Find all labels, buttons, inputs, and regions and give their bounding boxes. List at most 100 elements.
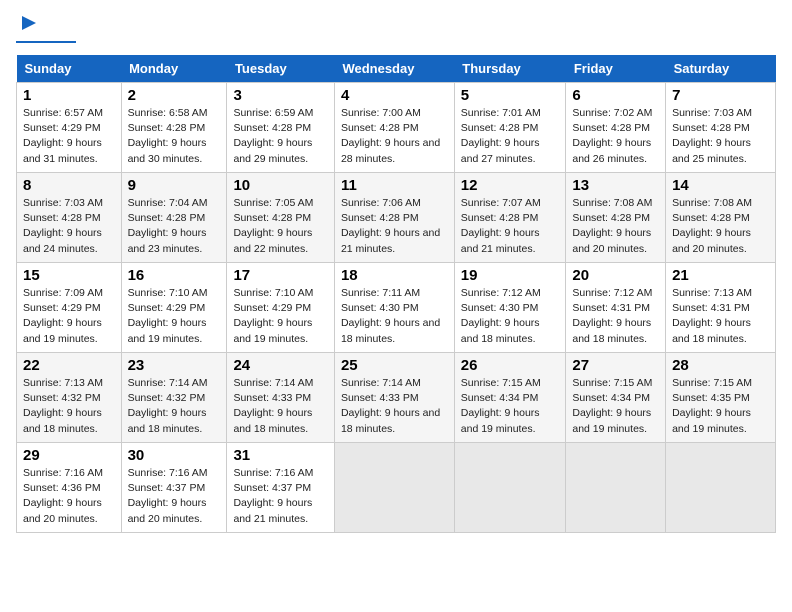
logo-line bbox=[16, 41, 76, 43]
calendar-table: SundayMondayTuesdayWednesdayThursdayFrid… bbox=[16, 55, 776, 533]
day-cell: 8 Sunrise: 7:03 AMSunset: 4:28 PMDaylight… bbox=[17, 173, 122, 263]
header-thursday: Thursday bbox=[454, 55, 566, 83]
day-cell: 4 Sunrise: 7:00 AMSunset: 4:28 PMDaylight… bbox=[334, 83, 454, 173]
day-number: 15 bbox=[23, 267, 115, 284]
day-info: Sunrise: 7:14 AMSunset: 4:33 PMDaylight:… bbox=[341, 376, 448, 437]
day-info: Sunrise: 7:04 AMSunset: 4:28 PMDaylight:… bbox=[128, 196, 221, 257]
day-info: Sunrise: 7:10 AMSunset: 4:29 PMDaylight:… bbox=[128, 286, 221, 347]
day-cell: 23 Sunrise: 7:14 AMSunset: 4:32 PMDayligh… bbox=[121, 353, 227, 443]
day-cell: 2 Sunrise: 6:58 AMSunset: 4:28 PMDaylight… bbox=[121, 83, 227, 173]
calendar-header-row: SundayMondayTuesdayWednesdayThursdayFrid… bbox=[17, 55, 776, 83]
day-number: 17 bbox=[233, 267, 328, 284]
day-number: 1 bbox=[23, 87, 115, 104]
day-info: Sunrise: 7:11 AMSunset: 4:30 PMDaylight:… bbox=[341, 286, 448, 347]
day-number: 4 bbox=[341, 87, 448, 104]
day-number: 24 bbox=[233, 357, 328, 374]
day-number: 6 bbox=[572, 87, 659, 104]
day-cell: 19Sunrise: 7:12 AMSunset: 4:30 PMDayligh… bbox=[454, 263, 566, 353]
day-number: 22 bbox=[23, 357, 115, 374]
day-number: 23 bbox=[128, 357, 221, 374]
day-cell: 13 Sunrise: 7:08 AMSunset: 4:28 PMDayligh… bbox=[566, 173, 666, 263]
day-info: Sunrise: 7:12 AMSunset: 4:31 PMDaylight:… bbox=[572, 286, 659, 347]
day-info: Sunrise: 7:05 AMSunset: 4:28 PMDaylight:… bbox=[233, 196, 328, 257]
day-cell: 15 Sunrise: 7:09 AMSunset: 4:29 PMDayligh… bbox=[17, 263, 122, 353]
day-cell: 17 Sunrise: 7:10 AMSunset: 4:29 PMDayligh… bbox=[227, 263, 335, 353]
day-info: Sunrise: 7:06 AMSunset: 4:28 PMDaylight:… bbox=[341, 196, 448, 257]
day-cell: 7 Sunrise: 7:03 AMSunset: 4:28 PMDaylight… bbox=[666, 83, 776, 173]
day-cell: 9Sunrise: 7:04 AMSunset: 4:28 PMDaylight… bbox=[121, 173, 227, 263]
day-cell: 1 Sunrise: 6:57 AMSunset: 4:29 PMDaylight… bbox=[17, 83, 122, 173]
day-number: 14 bbox=[672, 177, 769, 194]
header-saturday: Saturday bbox=[666, 55, 776, 83]
day-info: Sunrise: 7:03 AMSunset: 4:28 PMDaylight:… bbox=[672, 106, 769, 167]
day-cell: 26Sunrise: 7:15 AMSunset: 4:34 PMDayligh… bbox=[454, 353, 566, 443]
day-info: Sunrise: 7:14 AMSunset: 4:33 PMDaylight:… bbox=[233, 376, 328, 437]
day-info: Sunrise: 7:15 AMSunset: 4:34 PMDaylight:… bbox=[461, 376, 560, 437]
day-info: Sunrise: 7:15 AMSunset: 4:34 PMDaylight:… bbox=[572, 376, 659, 437]
day-cell: 24 Sunrise: 7:14 AMSunset: 4:33 PMDayligh… bbox=[227, 353, 335, 443]
day-cell bbox=[566, 443, 666, 533]
logo bbox=[16, 16, 76, 43]
day-number: 29 bbox=[23, 447, 115, 464]
day-cell bbox=[666, 443, 776, 533]
day-number: 16 bbox=[128, 267, 221, 284]
day-cell: 6 Sunrise: 7:02 AMSunset: 4:28 PMDaylight… bbox=[566, 83, 666, 173]
day-cell: 27 Sunrise: 7:15 AMSunset: 4:34 PMDayligh… bbox=[566, 353, 666, 443]
day-info: Sunrise: 7:09 AMSunset: 4:29 PMDaylight:… bbox=[23, 286, 115, 347]
day-info: Sunrise: 7:16 AMSunset: 4:36 PMDaylight:… bbox=[23, 466, 115, 527]
header-monday: Monday bbox=[121, 55, 227, 83]
day-number: 3 bbox=[233, 87, 328, 104]
day-info: Sunrise: 7:03 AMSunset: 4:28 PMDaylight:… bbox=[23, 196, 115, 257]
day-number: 5 bbox=[461, 87, 560, 104]
day-cell: 14Sunrise: 7:08 AMSunset: 4:28 PMDayligh… bbox=[666, 173, 776, 263]
week-row-2: 8 Sunrise: 7:03 AMSunset: 4:28 PMDaylight… bbox=[17, 173, 776, 263]
day-info: Sunrise: 7:13 AMSunset: 4:32 PMDaylight:… bbox=[23, 376, 115, 437]
day-number: 8 bbox=[23, 177, 115, 194]
day-number: 21 bbox=[672, 267, 769, 284]
day-number: 20 bbox=[572, 267, 659, 284]
day-cell: 12 Sunrise: 7:07 AMSunset: 4:28 PMDayligh… bbox=[454, 173, 566, 263]
week-row-4: 22 Sunrise: 7:13 AMSunset: 4:32 PMDayligh… bbox=[17, 353, 776, 443]
day-info: Sunrise: 7:16 AMSunset: 4:37 PMDaylight:… bbox=[233, 466, 328, 527]
day-cell: 28Sunrise: 7:15 AMSunset: 4:35 PMDayligh… bbox=[666, 353, 776, 443]
header-sunday: Sunday bbox=[17, 55, 122, 83]
day-info: Sunrise: 7:07 AMSunset: 4:28 PMDaylight:… bbox=[461, 196, 560, 257]
day-number: 27 bbox=[572, 357, 659, 374]
header-tuesday: Tuesday bbox=[227, 55, 335, 83]
day-number: 31 bbox=[233, 447, 328, 464]
day-cell: 3 Sunrise: 6:59 AMSunset: 4:28 PMDaylight… bbox=[227, 83, 335, 173]
day-number: 28 bbox=[672, 357, 769, 374]
day-cell bbox=[334, 443, 454, 533]
week-row-1: 1 Sunrise: 6:57 AMSunset: 4:29 PMDaylight… bbox=[17, 83, 776, 173]
day-number: 30 bbox=[128, 447, 221, 464]
day-info: Sunrise: 7:14 AMSunset: 4:32 PMDaylight:… bbox=[128, 376, 221, 437]
day-info: Sunrise: 6:57 AMSunset: 4:29 PMDaylight:… bbox=[23, 106, 115, 167]
week-row-5: 29 Sunrise: 7:16 AMSunset: 4:36 PMDayligh… bbox=[17, 443, 776, 533]
day-info: Sunrise: 6:58 AMSunset: 4:28 PMDaylight:… bbox=[128, 106, 221, 167]
logo-arrow-icon bbox=[20, 14, 38, 37]
day-info: Sunrise: 7:12 AMSunset: 4:30 PMDaylight:… bbox=[461, 286, 560, 347]
day-info: Sunrise: 7:01 AMSunset: 4:28 PMDaylight:… bbox=[461, 106, 560, 167]
page-header bbox=[16, 16, 776, 43]
day-number: 25 bbox=[341, 357, 448, 374]
day-cell: 18Sunrise: 7:11 AMSunset: 4:30 PMDayligh… bbox=[334, 263, 454, 353]
day-info: Sunrise: 7:10 AMSunset: 4:29 PMDaylight:… bbox=[233, 286, 328, 347]
day-number: 11 bbox=[341, 177, 448, 194]
day-cell: 5 Sunrise: 7:01 AMSunset: 4:28 PMDaylight… bbox=[454, 83, 566, 173]
day-cell bbox=[454, 443, 566, 533]
day-number: 2 bbox=[128, 87, 221, 104]
day-info: Sunrise: 7:02 AMSunset: 4:28 PMDaylight:… bbox=[572, 106, 659, 167]
header-wednesday: Wednesday bbox=[334, 55, 454, 83]
day-info: Sunrise: 7:13 AMSunset: 4:31 PMDaylight:… bbox=[672, 286, 769, 347]
day-cell: 22 Sunrise: 7:13 AMSunset: 4:32 PMDayligh… bbox=[17, 353, 122, 443]
day-cell: 11 Sunrise: 7:06 AMSunset: 4:28 PMDayligh… bbox=[334, 173, 454, 263]
day-number: 7 bbox=[672, 87, 769, 104]
day-cell: 30Sunrise: 7:16 AMSunset: 4:37 PMDayligh… bbox=[121, 443, 227, 533]
week-row-3: 15 Sunrise: 7:09 AMSunset: 4:29 PMDayligh… bbox=[17, 263, 776, 353]
day-info: Sunrise: 6:59 AMSunset: 4:28 PMDaylight:… bbox=[233, 106, 328, 167]
day-info: Sunrise: 7:08 AMSunset: 4:28 PMDaylight:… bbox=[572, 196, 659, 257]
day-cell: 25 Sunrise: 7:14 AMSunset: 4:33 PMDayligh… bbox=[334, 353, 454, 443]
day-number: 13 bbox=[572, 177, 659, 194]
day-info: Sunrise: 7:00 AMSunset: 4:28 PMDaylight:… bbox=[341, 106, 448, 167]
day-number: 12 bbox=[461, 177, 560, 194]
